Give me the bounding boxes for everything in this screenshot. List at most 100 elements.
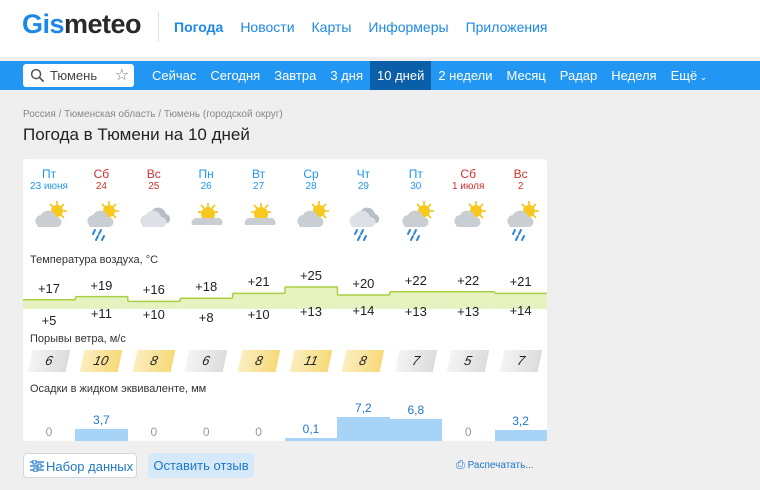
tab-now[interactable]: Сейчас bbox=[145, 61, 203, 90]
temperature-min: +10 bbox=[247, 307, 270, 323]
tab-today[interactable]: Сегодня bbox=[203, 61, 267, 90]
sunny-cloud-icon bbox=[241, 197, 281, 245]
feedback-button[interactable]: Оставить отзыв bbox=[148, 453, 254, 478]
sunny-cloud-icon bbox=[188, 197, 228, 245]
tab-week[interactable]: Неделя bbox=[604, 61, 663, 90]
day-name: Ср bbox=[303, 167, 319, 181]
day-date: 2 bbox=[517, 181, 524, 192]
precipitation-value: 3,7 bbox=[93, 412, 110, 427]
dataset-button-label: Набор данных bbox=[46, 459, 134, 474]
temperature-min: +11 bbox=[90, 306, 112, 322]
temperature-min: +13 bbox=[457, 304, 480, 320]
temperature-max: +18 bbox=[195, 279, 218, 295]
day-date: 29 bbox=[357, 181, 369, 192]
partly-cloudy-rain-icon bbox=[503, 197, 543, 245]
day-name: Вс bbox=[146, 167, 161, 181]
partly-cloudy-icon bbox=[31, 197, 71, 245]
day-date: 26 bbox=[200, 181, 212, 192]
wind-gust-value: 8 bbox=[132, 350, 176, 372]
printer-icon: ⎙ bbox=[456, 459, 465, 471]
precipitation-value: 3,2 bbox=[512, 414, 529, 429]
temperature-max: +22 bbox=[404, 272, 427, 288]
precipitation-bar bbox=[337, 417, 390, 441]
day-date: 30 bbox=[410, 181, 422, 192]
precipitation-bar bbox=[75, 428, 128, 441]
precipitation-value: 0 bbox=[464, 425, 472, 439]
day-name: Сб bbox=[93, 167, 110, 181]
tab-more[interactable]: Ещё ⌄ bbox=[664, 61, 715, 90]
precipitation-value: 7,2 bbox=[355, 401, 372, 416]
day-name: Вт bbox=[252, 167, 266, 181]
forecast-tabs-bar: Тюмень ☆ Сейчас Сегодня Завтра 3 дня 10 … bbox=[0, 61, 760, 90]
temperature-max: +22 bbox=[457, 272, 480, 288]
tab-month[interactable]: Месяц bbox=[500, 61, 553, 90]
temperature-min: +13 bbox=[299, 304, 323, 320]
day-date: 27 bbox=[253, 181, 265, 192]
day-date: 1 июля bbox=[451, 181, 485, 192]
day-name: Сб bbox=[460, 167, 476, 181]
day-date: 23 июня bbox=[30, 181, 68, 192]
site-header: Gismeteo Погода Новости Карты Информеры … bbox=[0, 0, 760, 57]
wind-gust-label: Порывы ветра, м/с bbox=[30, 333, 126, 345]
tab-radar[interactable]: Радар bbox=[553, 61, 605, 90]
temperature-label: Температура воздуха, °C bbox=[30, 254, 159, 266]
day-date: 25 bbox=[148, 181, 160, 192]
temperature-min: +8 bbox=[198, 309, 214, 325]
nav-maps[interactable]: Карты bbox=[312, 19, 352, 35]
precipitation-bar bbox=[494, 430, 547, 441]
nav-pogoda[interactable]: Погода bbox=[174, 19, 223, 35]
search-city-text[interactable]: Тюмень bbox=[50, 68, 97, 83]
tab-10-days[interactable]: 10 дней bbox=[370, 61, 432, 90]
nav-news[interactable]: Новости bbox=[240, 19, 294, 35]
wind-gust-value: 11 bbox=[289, 350, 333, 372]
day-name: Пн bbox=[198, 167, 214, 181]
print-link[interactable]: ⎙ Распечатать... bbox=[456, 459, 534, 472]
chevron-down-icon: ⌄ bbox=[697, 72, 708, 82]
period-tabs: Сейчас Сегодня Завтра 3 дня 10 дней 2 не… bbox=[145, 61, 714, 90]
precipitation-bar bbox=[285, 438, 338, 441]
header-divider bbox=[158, 12, 159, 42]
partly-cloudy-rain-icon bbox=[398, 197, 438, 245]
tab-2-weeks[interactable]: 2 недели bbox=[431, 61, 499, 90]
top-navigation: Погода Новости Карты Информеры Приложени… bbox=[174, 19, 565, 35]
precipitation-value: 0 bbox=[45, 425, 53, 439]
temperature-max: +21 bbox=[247, 274, 270, 290]
precipitation-label: Осадки в жидком эквиваленте, мм bbox=[30, 383, 207, 395]
day-name: Чт bbox=[356, 167, 371, 181]
precipitation-value: 6,8 bbox=[407, 402, 425, 417]
temperature-min: +13 bbox=[404, 304, 427, 320]
wind-gust-value: 8 bbox=[237, 350, 280, 372]
wind-gust-value: 7 bbox=[499, 350, 542, 372]
partly-cloudy-rain-icon bbox=[83, 197, 123, 245]
temperature-min: +5 bbox=[41, 312, 57, 328]
nav-apps[interactable]: Приложения bbox=[466, 19, 548, 35]
dataset-button[interactable]: Набор данных bbox=[23, 453, 137, 478]
cloudy-icon bbox=[136, 197, 176, 245]
precipitation-value: 0 bbox=[202, 425, 210, 439]
nav-informers[interactable]: Информеры bbox=[368, 19, 448, 35]
temperature-max: +17 bbox=[37, 280, 61, 296]
favorite-star-icon[interactable]: ☆ bbox=[115, 65, 129, 85]
sliders-icon bbox=[30, 460, 44, 472]
cloudy-rain-icon bbox=[345, 197, 385, 245]
tab-tomorrow[interactable]: Завтра bbox=[267, 61, 323, 90]
city-search[interactable]: Тюмень ☆ bbox=[23, 64, 134, 87]
precipitation-bar bbox=[389, 418, 443, 441]
tab-3-days[interactable]: 3 дня bbox=[323, 61, 370, 90]
wind-gust-value: 5 bbox=[446, 350, 490, 372]
gismeteo-logo[interactable]: Gismeteo bbox=[22, 9, 142, 40]
day-name: Пт bbox=[408, 167, 423, 181]
day-name: Пт bbox=[41, 167, 57, 181]
temperature-min: +10 bbox=[142, 307, 165, 323]
forecast-widget: Пт 23 июня Сб 24 Вс 25 Пн 26 Вт 27 Ср 28 Чт 29 Пт 30 Сб 1… bbox=[23, 159, 547, 441]
temperature-max: +21 bbox=[509, 274, 532, 290]
wind-gust-value: 7 bbox=[394, 350, 438, 372]
partly-cloudy-icon bbox=[293, 197, 333, 245]
wind-gust-value: 10 bbox=[80, 350, 123, 372]
precipitation-value: 0 bbox=[150, 425, 158, 439]
day-name: Вс bbox=[513, 167, 528, 181]
partly-cloudy-icon bbox=[450, 197, 490, 245]
temperature-max: +16 bbox=[142, 282, 165, 298]
day-date: 24 bbox=[95, 181, 107, 192]
temperature-max: +20 bbox=[352, 276, 375, 291]
